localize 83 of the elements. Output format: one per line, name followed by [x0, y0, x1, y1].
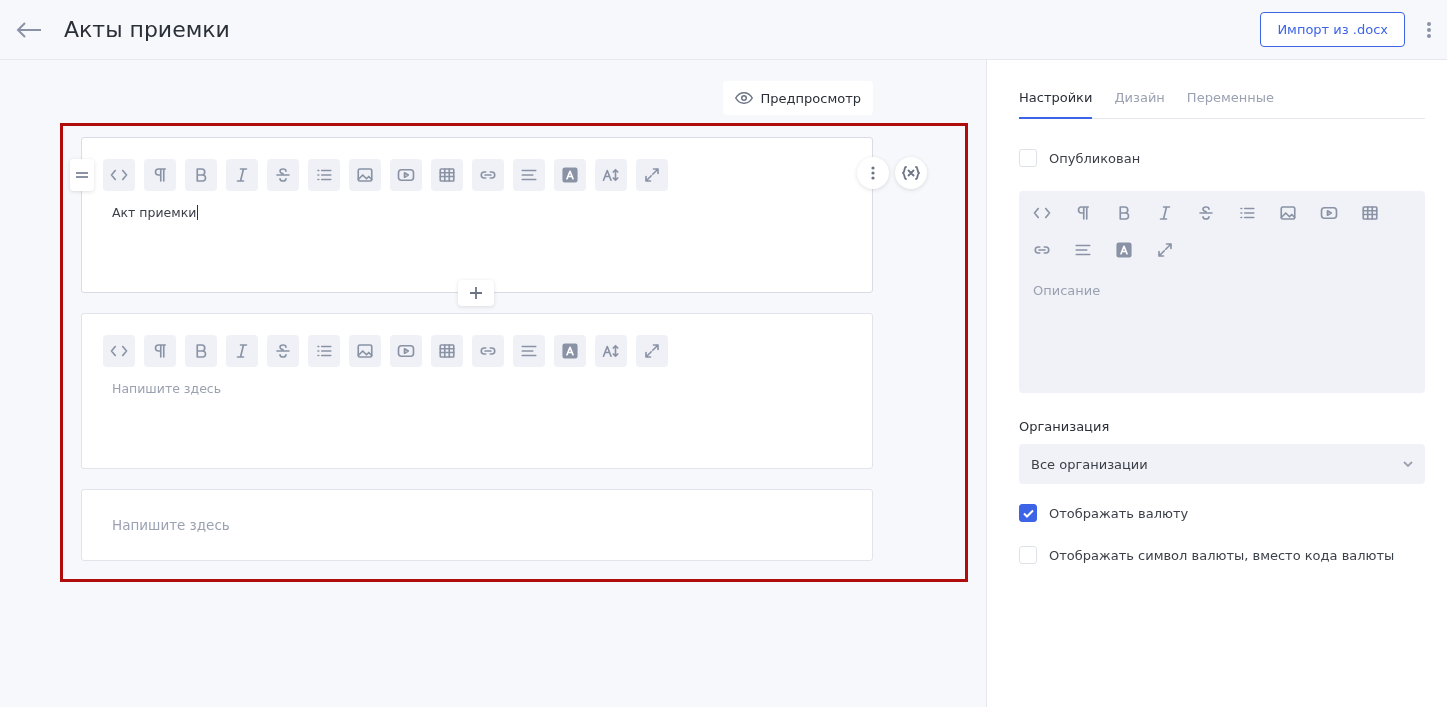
expand-icon: [1156, 241, 1174, 259]
toolbar-button[interactable]: [267, 335, 299, 367]
toolbar-button[interactable]: [349, 159, 381, 191]
toolbar-button[interactable]: [226, 335, 258, 367]
image-icon: [356, 166, 374, 184]
import-button[interactable]: Импорт из .docx: [1260, 12, 1405, 47]
chevron-down-icon: [1403, 461, 1413, 467]
toolbar-button[interactable]: [472, 159, 504, 191]
page-title: Акты приемки: [64, 17, 231, 42]
expand-icon: [643, 342, 661, 360]
image-icon: [356, 342, 374, 360]
table-icon: [1361, 204, 1379, 222]
plus-icon: [470, 287, 482, 299]
toolbar-button[interactable]: [513, 159, 545, 191]
toolbar-button[interactable]: [636, 159, 668, 191]
checkbox-label: Отображать валюту: [1049, 505, 1189, 521]
organization-select[interactable]: Все организации: [1019, 444, 1425, 484]
variable-icon: [902, 166, 920, 180]
toolbar-button[interactable]: [103, 159, 135, 191]
tab[interactable]: Настройки: [1019, 84, 1093, 119]
back-arrow-button[interactable]: [16, 20, 42, 39]
toolbar-button[interactable]: [144, 335, 176, 367]
editor-block[interactable]: Акт приемки: [81, 137, 873, 293]
editor-block[interactable]: Напишите здесь: [81, 489, 873, 561]
table-icon: [438, 342, 456, 360]
strikethrough-icon: [1197, 204, 1215, 222]
text-color-icon: [1115, 241, 1133, 259]
text-input-value[interactable]: Акт приемки: [112, 205, 199, 220]
font-size-icon: [602, 166, 620, 184]
tab[interactable]: Дизайн: [1114, 84, 1165, 119]
video-icon: [1320, 204, 1338, 222]
drag-handle[interactable]: [70, 159, 94, 191]
toolbar-button[interactable]: [185, 159, 217, 191]
toolbar-button[interactable]: [554, 335, 586, 367]
toolbar-button[interactable]: [595, 159, 627, 191]
strikethrough-icon: [274, 342, 292, 360]
field-label: Организация: [1019, 419, 1111, 434]
toolbar-button[interactable]: [390, 159, 422, 191]
toolbar-button[interactable]: [513, 335, 545, 367]
video-icon: [397, 166, 415, 184]
toolbar-button[interactable]: [390, 335, 422, 367]
description-editor[interactable]: Описание: [1019, 191, 1425, 393]
checkmark-icon: [1022, 508, 1034, 518]
image-icon: [1279, 204, 1297, 222]
variable-button[interactable]: [895, 157, 927, 189]
table-icon: [438, 166, 456, 184]
text-placeholder[interactable]: Напишите здесь: [112, 381, 222, 396]
editor-block[interactable]: Напишите здесь: [81, 313, 873, 469]
toolbar-button[interactable]: [595, 335, 627, 367]
arrow-left-icon: [16, 20, 42, 39]
toolbar-button[interactable]: [554, 159, 586, 191]
checkbox-label: Опубликован: [1049, 150, 1141, 166]
toolbar-button[interactable]: [226, 159, 258, 191]
toolbar-button[interactable]: [431, 335, 463, 367]
text-color-icon: [561, 166, 579, 184]
more-icon: [871, 166, 875, 180]
text-placeholder[interactable]: Напишите здесь: [112, 517, 230, 533]
more-menu-button[interactable]: [1427, 20, 1431, 39]
preview-button[interactable]: Предпросмотр: [722, 81, 873, 115]
toolbar-button[interactable]: [349, 335, 381, 367]
add-block-button[interactable]: [458, 280, 494, 306]
tab[interactable]: Переменные: [1186, 84, 1274, 119]
more-menu-button[interactable]: [857, 157, 889, 189]
checkbox[interactable]: [1019, 504, 1037, 522]
checkbox-label: Отображать символ валюты, вместо кода валюты: [1049, 547, 1395, 563]
eye-icon: [734, 91, 753, 105]
text-color-icon: [561, 342, 579, 360]
more-icon: [1427, 20, 1431, 39]
toolbar-button[interactable]: [308, 335, 340, 367]
expand-icon: [643, 166, 661, 184]
toolbar-button[interactable]: [431, 159, 463, 191]
toolbar-button[interactable]: [103, 335, 135, 367]
toolbar-button[interactable]: [472, 335, 504, 367]
video-icon: [397, 342, 415, 360]
toolbar-button[interactable]: [636, 335, 668, 367]
drag-lines-icon: [76, 172, 88, 178]
strikethrough-icon: [274, 166, 292, 184]
toolbar-button[interactable]: [185, 335, 217, 367]
toolbar-button[interactable]: [144, 159, 176, 191]
font-size-icon: [602, 342, 620, 360]
toolbar-button[interactable]: [267, 159, 299, 191]
description-placeholder: Описание: [1033, 283, 1101, 298]
toolbar-button[interactable]: [308, 159, 340, 191]
